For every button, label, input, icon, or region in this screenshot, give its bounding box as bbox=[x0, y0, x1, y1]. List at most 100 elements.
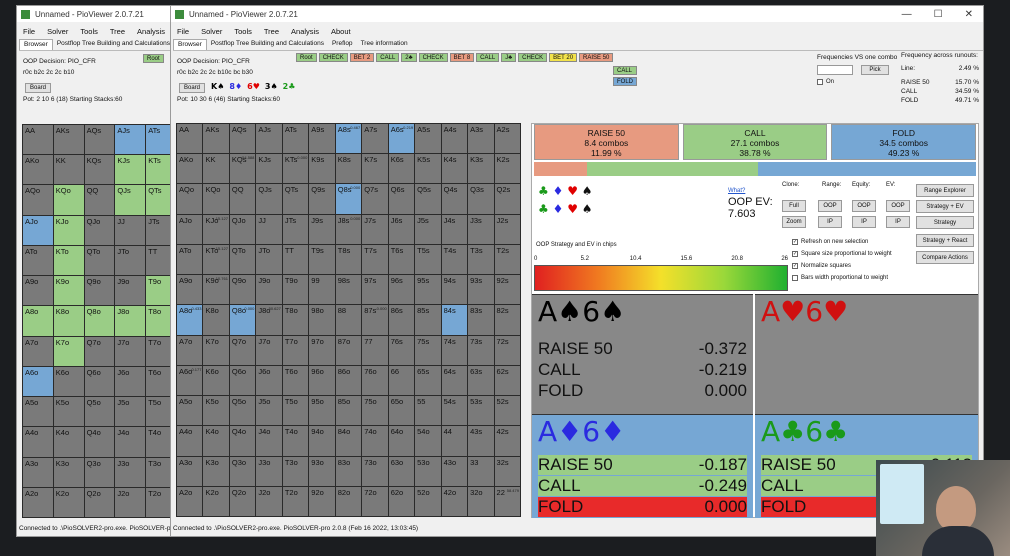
range-oop-button[interactable]: OOP bbox=[818, 200, 842, 212]
hand-cell[interactable]: J4o bbox=[256, 426, 282, 456]
hand-cell[interactable]: 73o bbox=[362, 456, 388, 486]
hand-cell[interactable]: K9o bbox=[53, 276, 84, 306]
on-checkbox-box[interactable] bbox=[817, 79, 823, 85]
hand-cell[interactable]: K8s bbox=[335, 154, 362, 184]
hand-cell[interactable]: A2o bbox=[177, 486, 203, 516]
hand-cell[interactable]: 62s bbox=[494, 365, 520, 396]
hand-cell[interactable]: KQs 54.588 bbox=[229, 154, 256, 184]
hand-cell[interactable]: 85s bbox=[415, 305, 441, 335]
hand-cell[interactable]: K8o bbox=[53, 306, 84, 336]
hand-cell[interactable]: 86s bbox=[388, 305, 415, 335]
hand-cell[interactable]: Q9o bbox=[84, 276, 115, 306]
hand-cell[interactable]: 62o bbox=[388, 486, 415, 516]
checkbox-box[interactable] bbox=[792, 275, 798, 281]
action-option-call[interactable]: CALL bbox=[613, 66, 637, 75]
hand-cell[interactable]: AKo bbox=[23, 155, 53, 185]
hand-cell[interactable]: JTs bbox=[282, 214, 309, 244]
range-explorer-button[interactable]: Range Explorer bbox=[916, 184, 974, 197]
hand-cell[interactable]: 82o bbox=[335, 486, 362, 516]
hand-cell[interactable]: T6s bbox=[388, 244, 415, 275]
hand-cell[interactable]: A2s bbox=[494, 124, 520, 154]
hand-cell[interactable]: ATs bbox=[282, 124, 309, 154]
hand-cell[interactable]: AKo bbox=[177, 154, 203, 184]
hand-cell[interactable]: 72o bbox=[362, 486, 388, 516]
hand-cell[interactable]: 75o bbox=[362, 396, 388, 426]
hand-cell[interactable]: QJo bbox=[84, 215, 115, 245]
hand-cell[interactable]: AQo bbox=[23, 185, 53, 215]
hand-cell[interactable]: J5s bbox=[415, 214, 441, 244]
hand-cell[interactable]: 52o bbox=[415, 486, 441, 516]
on-checkbox[interactable]: On bbox=[817, 79, 834, 85]
option-checkbox[interactable]: ✓ Normalize squares bbox=[792, 260, 892, 272]
hand-cell[interactable]: J4s bbox=[441, 214, 468, 244]
suit-filter-row-1[interactable]: ♣ ♦ ♥ ♠ bbox=[538, 182, 593, 200]
hand-cell[interactable]: 93s bbox=[468, 275, 494, 305]
hand-cell[interactable]: T2o bbox=[282, 486, 309, 516]
hand-cell[interactable]: QJs bbox=[115, 185, 146, 215]
hand-cell[interactable]: T9o bbox=[282, 275, 309, 305]
hand-cell[interactable]: 92o bbox=[309, 486, 335, 516]
hand-cell[interactable]: A7o bbox=[23, 336, 53, 366]
hand-cell[interactable]: A7s bbox=[362, 124, 388, 154]
hand-cell[interactable]: J5o bbox=[256, 396, 282, 426]
hand-cell[interactable]: KQo bbox=[53, 185, 84, 215]
hand-cell[interactable]: T8o bbox=[282, 305, 309, 335]
path-node[interactable]: BET 2 bbox=[349, 53, 375, 62]
hand-cell[interactable]: 74s bbox=[441, 335, 468, 365]
hand-cell[interactable]: 92s bbox=[494, 275, 520, 305]
hand-cell[interactable]: Q4o bbox=[229, 426, 256, 456]
hand-cell[interactable]: Q6o bbox=[229, 365, 256, 396]
hand-cell[interactable]: A3s bbox=[468, 124, 494, 154]
hand-cell[interactable]: JJ bbox=[256, 214, 282, 244]
hand-cell[interactable]: J4o bbox=[115, 427, 146, 457]
hand-cell[interactable]: A6o bbox=[23, 366, 53, 397]
maximize-icon[interactable]: ☐ bbox=[934, 9, 943, 20]
hand-cell[interactable]: 83s bbox=[468, 305, 494, 335]
hand-cell[interactable]: 86o bbox=[335, 365, 362, 396]
hand-cell[interactable]: T3o bbox=[282, 456, 309, 486]
hand-cell[interactable]: T4s bbox=[441, 244, 468, 275]
hand-cell[interactable]: 53s bbox=[468, 396, 494, 426]
option-checkbox[interactable]: ✓ Square size proportional to weight bbox=[792, 248, 892, 260]
hand-cell[interactable]: Q2o bbox=[84, 487, 115, 517]
hand-cell[interactable]: J9o bbox=[115, 276, 146, 306]
compare-actions-button[interactable]: Compare Actions bbox=[916, 251, 974, 264]
hand-cell[interactable]: A6s -0.219 bbox=[388, 124, 415, 154]
hand-cell[interactable]: T8s bbox=[335, 244, 362, 275]
hand-cell[interactable]: QQ bbox=[84, 185, 115, 215]
hand-cell[interactable]: QQ bbox=[229, 184, 256, 214]
hand-cell[interactable]: KK bbox=[203, 154, 229, 184]
full-button[interactable]: Full bbox=[782, 200, 806, 212]
hand-cell[interactable]: KTo bbox=[53, 245, 84, 276]
tab-tree-information[interactable]: Tree information bbox=[357, 39, 412, 50]
path-node[interactable]: BET 8 bbox=[449, 53, 475, 62]
hand-cell[interactable]: 83o bbox=[335, 456, 362, 486]
hand-cell[interactable]: QJo bbox=[229, 214, 256, 244]
suit-filter-row-2[interactable]: ♣ ♦ ♥ ♠ bbox=[538, 200, 593, 218]
hand-cell[interactable]: K6o bbox=[53, 366, 84, 397]
hand-cell[interactable]: AQs bbox=[229, 124, 256, 154]
hand-cell[interactable]: JTo bbox=[115, 245, 146, 276]
hand-cell[interactable]: A7o bbox=[177, 335, 203, 365]
path-node[interactable]: CALL bbox=[476, 53, 500, 62]
hand-cell[interactable]: A6o -0.177 bbox=[177, 365, 203, 396]
hand-cell[interactable]: J3o bbox=[256, 456, 282, 486]
hand-cell[interactable]: K2o bbox=[53, 487, 84, 517]
hand-cell[interactable]: A4o bbox=[177, 426, 203, 456]
hand-cell[interactable]: Q5o bbox=[84, 397, 115, 427]
hand-cell[interactable]: A9s bbox=[309, 124, 335, 154]
hand-cell[interactable]: 44 bbox=[441, 426, 468, 456]
combo-card[interactable]: A♦6♦ RAISE 50 -0.187 CALL -0.249 FOLD 0.000 bbox=[532, 414, 753, 518]
hand-cell[interactable]: KJo 15.127 bbox=[203, 214, 229, 244]
path-node[interactable]: CHECK bbox=[318, 53, 348, 62]
hand-cell[interactable]: AJo bbox=[177, 214, 203, 244]
hand-cell[interactable]: Q2o bbox=[229, 486, 256, 516]
hand-cell[interactable]: Q4s bbox=[441, 184, 468, 214]
hand-cell[interactable]: AJo bbox=[23, 215, 53, 245]
hand-cell[interactable]: K2o bbox=[203, 486, 229, 516]
hand-cell[interactable]: 64s bbox=[441, 365, 468, 396]
hand-cell[interactable]: A5s bbox=[415, 124, 441, 154]
hand-cell[interactable]: 84s bbox=[441, 305, 468, 335]
checkbox-box[interactable]: ✓ bbox=[792, 251, 798, 257]
strategy-button[interactable]: Strategy bbox=[916, 216, 974, 229]
